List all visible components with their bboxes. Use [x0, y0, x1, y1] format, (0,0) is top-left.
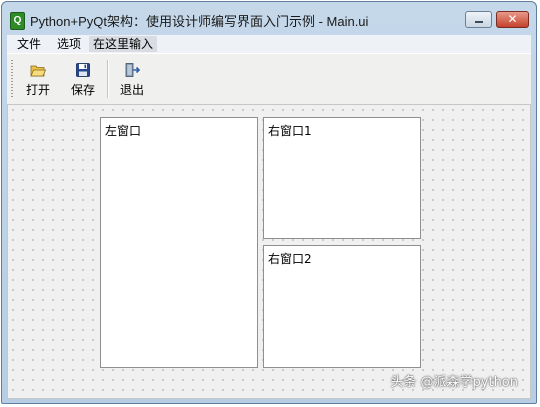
open-action[interactable]: 打开 [20, 58, 56, 100]
open-label: 打开 [25, 83, 50, 97]
close-button[interactable]: ✕ [496, 11, 529, 28]
exit-action[interactable]: 退出 [114, 58, 150, 100]
toolbar-grip[interactable] [11, 60, 13, 98]
close-icon: ✕ [507, 12, 518, 26]
save-action[interactable]: 保存 [65, 58, 101, 100]
qt-app-icon: Q [10, 12, 25, 30]
left-pane[interactable]: 左窗口 [100, 117, 258, 368]
left-pane-label: 左窗口 [105, 124, 142, 138]
save-label: 保存 [70, 83, 95, 97]
toolbar-separator [107, 60, 109, 98]
minimize-icon [475, 21, 483, 23]
title-bar[interactable]: Q Python+PyQt架构：使用设计师编写界面入门示例 - Main.ui … [2, 2, 536, 35]
exit-door-icon [125, 63, 140, 77]
minimize-button[interactable] [465, 11, 492, 28]
menu-bar: 文件 选项 在这里输入 [7, 35, 531, 53]
main-window: Q Python+PyQt架构：使用设计师编写界面入门示例 - Main.ui … [1, 1, 537, 404]
window-title: Python+PyQt架构：使用设计师编写界面入门示例 - Main.ui [30, 14, 369, 29]
exit-label: 退出 [119, 83, 144, 97]
menu-file[interactable]: 文件 [13, 36, 45, 52]
right-pane-1[interactable]: 右窗口1 [263, 117, 421, 239]
menu-type-here[interactable]: 在这里输入 [89, 36, 158, 52]
save-disk-icon [76, 63, 90, 77]
right-pane-2[interactable]: 右窗口2 [263, 245, 421, 368]
watermark-text: 头条 @派森学python [390, 375, 518, 390]
open-folder-icon [30, 65, 46, 77]
menu-options[interactable]: 选项 [53, 36, 85, 52]
central-widget: 左窗口 右窗口1 右窗口2 头条 @派森学python [7, 104, 531, 399]
tool-bar: 打开 保存 退出 [7, 53, 531, 105]
right-pane-2-label: 右窗口2 [268, 252, 312, 266]
right-pane-1-label: 右窗口1 [268, 124, 312, 138]
